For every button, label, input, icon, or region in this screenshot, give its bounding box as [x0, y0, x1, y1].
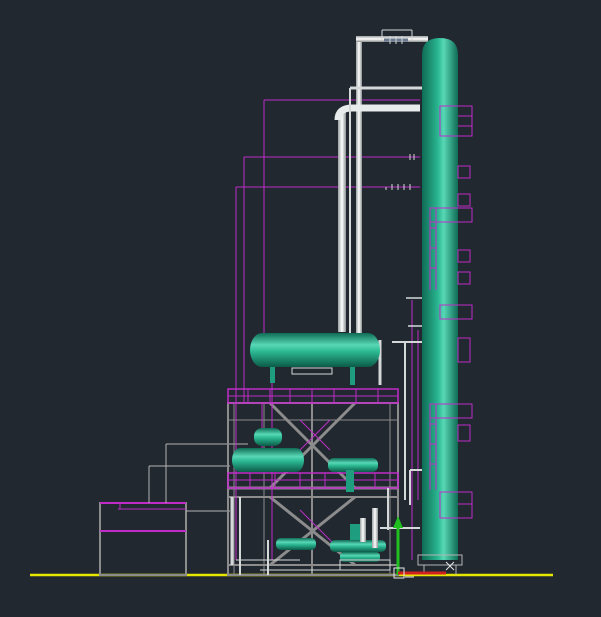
bottom-piping [230, 488, 420, 575]
cad-drawing-viewport[interactable] [0, 0, 601, 617]
plant-drawing[interactable] [0, 0, 601, 617]
left-platform-structure [99, 443, 248, 576]
valve-marks [385, 36, 415, 190]
overhead-piping [334, 29, 428, 505]
reflux-drum [250, 333, 380, 385]
